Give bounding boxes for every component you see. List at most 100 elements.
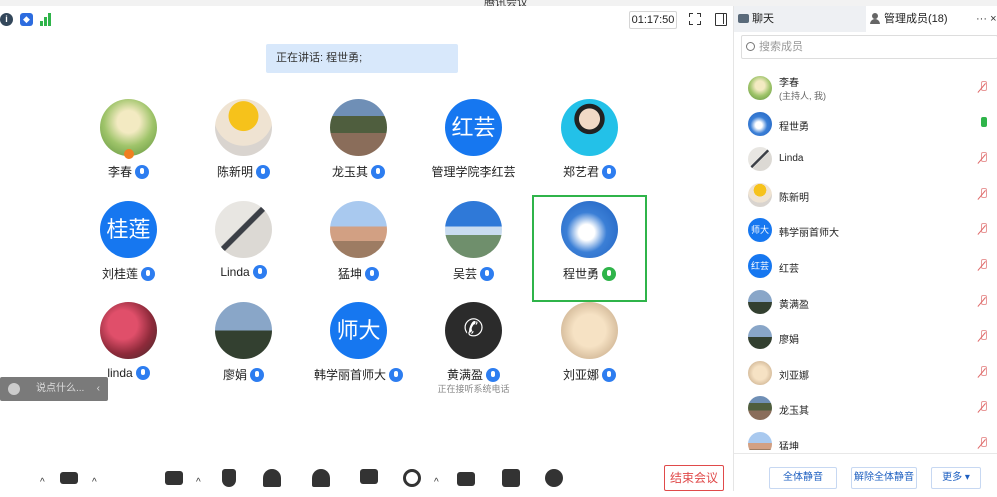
muted-mic-icon[interactable] <box>978 81 988 94</box>
participant-tile[interactable]: 刘亚娜 <box>532 302 647 402</box>
member-row[interactable]: Linda <box>734 141 997 177</box>
members-panel: 聊天 管理成员(18) ··· × 搜索成员 李春 (主持人, 我) 程世勇 Lind… <box>733 6 997 491</box>
participant-status: 正在接听系统电话 <box>437 384 510 394</box>
settings-gear-icon[interactable] <box>545 469 563 487</box>
microphone-icon <box>256 165 270 179</box>
tab-chat-label: 聊天 <box>752 13 774 25</box>
muted-mic-icon[interactable] <box>978 401 988 414</box>
record-options-caret-icon[interactable]: ^ <box>434 477 439 488</box>
host-badge-icon <box>124 149 134 159</box>
member-search-placeholder: 搜索成员 <box>759 41 803 53</box>
muted-mic-icon[interactable] <box>978 223 988 236</box>
member-avatar <box>748 289 772 314</box>
member-name: Linda <box>779 153 804 165</box>
invite-icon[interactable] <box>263 469 281 487</box>
chat-icon[interactable] <box>360 469 378 487</box>
fullscreen-icon[interactable] <box>689 13 701 25</box>
end-meeting-button[interactable]: 结束会议 <box>664 465 724 491</box>
member-search-input[interactable]: 搜索成员 <box>741 35 997 59</box>
member-row[interactable]: 程世勇 <box>734 106 997 142</box>
emoji-icon[interactable] <box>8 383 20 395</box>
participant-avatar <box>330 201 387 258</box>
participant-name-row: 管理学院李红芸 <box>416 163 531 180</box>
participant-avatar: 桂莲 <box>100 201 157 258</box>
muted-mic-icon[interactable] <box>978 259 988 272</box>
person-icon <box>870 13 880 24</box>
participant-tile[interactable]: 吴芸 <box>416 201 531 301</box>
collapse-chevron-icon[interactable]: ‹ <box>97 377 100 401</box>
more-options-button[interactable]: 更多 ▾ <box>931 467 981 489</box>
search-icon <box>746 42 755 51</box>
member-row[interactable]: 刘亚娜 <box>734 355 997 391</box>
participant-tile[interactable]: 龙玉其 <box>301 99 416 199</box>
manage-members-icon[interactable] <box>312 469 330 487</box>
participant-avatar: 红芸 <box>445 99 502 156</box>
muted-mic-icon[interactable] <box>978 294 988 308</box>
participant-avatar <box>561 302 618 359</box>
microphone-icon[interactable] <box>10 469 28 487</box>
share-options-caret-icon[interactable]: ^ <box>196 477 201 488</box>
muted-mic-icon[interactable] <box>978 152 988 165</box>
panel-close-icon[interactable]: × <box>990 13 996 25</box>
participant-name-row: 郑艺君 <box>532 163 647 180</box>
participant-avatar: 师大 <box>330 302 387 359</box>
participant-tile[interactable]: 陈新明 <box>186 99 301 199</box>
participant-avatar <box>561 99 618 156</box>
participant-avatar <box>445 201 502 258</box>
participant-avatar <box>215 302 272 359</box>
member-avatar <box>748 111 772 136</box>
panel-more-icon[interactable]: ··· <box>976 13 987 25</box>
participant-tile[interactable]: 李春 <box>71 99 186 199</box>
member-row[interactable]: 猛坤 <box>734 426 997 450</box>
camera-off-icon[interactable] <box>60 469 78 487</box>
mute-all-button[interactable]: 全体静音 <box>769 467 837 489</box>
participant-name: 刘亚娜 <box>562 368 599 382</box>
participant-tile[interactable]: Linda <box>186 201 301 301</box>
tab-chat[interactable]: 聊天 <box>734 6 866 32</box>
share-screen-icon[interactable] <box>165 469 183 487</box>
member-row[interactable]: 廖娟 <box>734 319 997 355</box>
member-row[interactable]: 陈新明 <box>734 177 997 213</box>
member-avatar <box>748 76 772 100</box>
participant-tile[interactable]: 郑艺君 <box>532 99 647 199</box>
member-row[interactable]: 黄满盈 <box>734 284 997 320</box>
member-row[interactable]: 师大 韩学丽首师大 <box>734 212 997 248</box>
chat-bubble-icon <box>738 14 749 23</box>
video-options-caret-icon[interactable]: ^ <box>92 477 97 488</box>
member-row[interactable]: 龙玉其 <box>734 390 997 426</box>
member-name: 猛坤 <box>779 442 799 450</box>
muted-mic-icon[interactable] <box>978 187 988 201</box>
chat-input-placeholder: 说点什么... <box>36 383 85 394</box>
chat-input-pill[interactable]: 说点什么... ‹ <box>0 377 108 401</box>
participant-name-row: 韩学丽首师大 <box>301 366 416 383</box>
muted-mic-icon[interactable] <box>978 365 988 379</box>
sidebar-toggle-icon[interactable] <box>715 13 727 26</box>
signal-icon[interactable] <box>40 13 53 26</box>
member-avatar: 红芸 <box>748 254 772 278</box>
shield-icon[interactable]: ◆ <box>20 13 33 26</box>
member-row[interactable]: 红芸 红芸 <box>734 248 997 284</box>
participant-name: 廖娟 <box>222 368 247 382</box>
member-avatar <box>748 432 772 450</box>
muted-mic-icon[interactable] <box>978 437 988 450</box>
muted-mic-icon[interactable] <box>978 330 988 343</box>
record-icon[interactable] <box>403 469 421 487</box>
mic-options-caret-icon[interactable]: ^ <box>40 477 45 488</box>
security-icon[interactable] <box>220 469 238 487</box>
apps-icon[interactable] <box>502 469 520 487</box>
tab-members[interactable]: 管理成员(18) <box>866 6 976 32</box>
participant-tile[interactable]: 黄满盈正在接听系统电话 <box>416 302 531 402</box>
participant-tile[interactable]: 廖娟 <box>186 302 301 402</box>
layout-icon[interactable] <box>457 469 475 487</box>
participant-name-row: 刘桂莲 <box>71 265 186 282</box>
member-row[interactable]: 李春 (主持人, 我) <box>734 70 997 106</box>
unmute-all-button[interactable]: 解除全体静音 <box>851 467 917 489</box>
member-avatar <box>748 147 772 172</box>
microphone-icon[interactable] <box>978 116 988 130</box>
participant-tile[interactable]: 红芸 管理学院李红芸 <box>416 99 531 199</box>
participant-tile[interactable]: 猛坤 <box>301 201 416 301</box>
participant-avatar <box>215 201 272 258</box>
participant-tile[interactable]: 桂莲 刘桂莲 <box>71 201 186 301</box>
info-icon[interactable]: i <box>0 13 13 26</box>
participant-avatar <box>100 302 157 359</box>
